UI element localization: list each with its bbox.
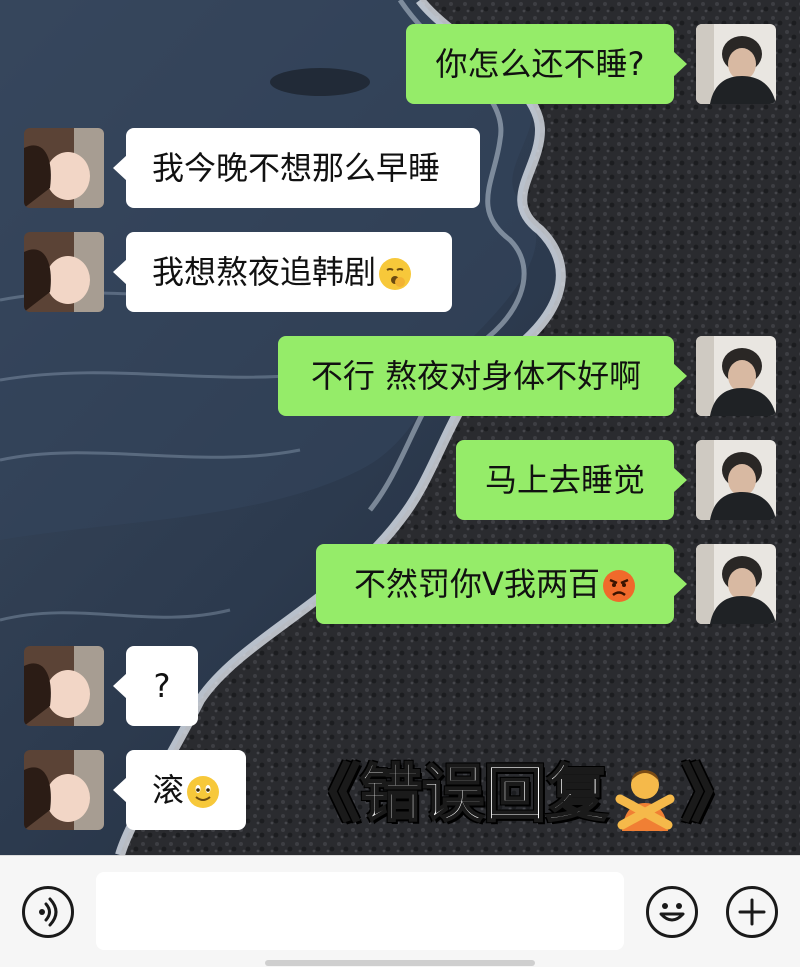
chat-input-bar [0, 855, 800, 967]
message-text: 不然罚你V我两百 [354, 565, 600, 603]
avatar-self[interactable] [696, 336, 776, 416]
avatar-friend[interactable] [24, 232, 104, 312]
message-bubble-sent[interactable]: 不然罚你V我两百 [316, 544, 687, 624]
message-bubble-sent[interactable]: 不行 熬夜对身体不好啊 [278, 336, 687, 416]
avatar-self[interactable] [696, 24, 776, 104]
message-text: 滚 [152, 771, 185, 809]
message-text: 你怎么还不睡? [435, 45, 645, 83]
message-bubble-received[interactable]: ? [113, 646, 198, 726]
open-bracket: 《 [297, 756, 361, 831]
avatar-self[interactable] [696, 440, 776, 520]
message-text: 马上去睡觉 [484, 461, 645, 499]
avatar-self[interactable] [696, 544, 776, 624]
message-text: 我想熬夜追韩剧 [152, 253, 377, 291]
smiley-icon[interactable] [646, 886, 698, 938]
avatar-friend[interactable] [24, 646, 104, 726]
message-text: ? [153, 667, 171, 705]
smiling-face-emoji-icon [186, 775, 220, 809]
close-bracket: 》 [681, 756, 745, 831]
avatar-friend[interactable] [24, 128, 104, 208]
plus-icon[interactable] [726, 886, 778, 938]
message-bubble-received[interactable]: 滚 [113, 750, 246, 830]
person-gesturing-no-emoji-icon [610, 763, 680, 833]
overlay-caption: 《错误回复》 [297, 748, 745, 840]
message-bubble-received[interactable]: 我今晚不想那么早睡 [113, 128, 480, 208]
caption-text: 错误回复 [359, 756, 609, 831]
message-input[interactable] [96, 872, 624, 950]
message-text: 不行 熬夜对身体不好啊 [310, 357, 642, 395]
message-bubble-received[interactable]: 我想熬夜追韩剧 [113, 232, 452, 312]
yawning-face-emoji-icon [378, 257, 412, 291]
avatar-friend[interactable] [24, 750, 104, 830]
home-indicator [265, 960, 535, 966]
message-text: 我今晚不想那么早睡 [152, 149, 441, 187]
message-bubble-sent[interactable]: 马上去睡觉 [456, 440, 687, 520]
message-bubble-sent[interactable]: 你怎么还不睡? [406, 24, 687, 104]
angry-face-emoji-icon [602, 569, 636, 603]
voice-icon[interactable] [22, 886, 74, 938]
